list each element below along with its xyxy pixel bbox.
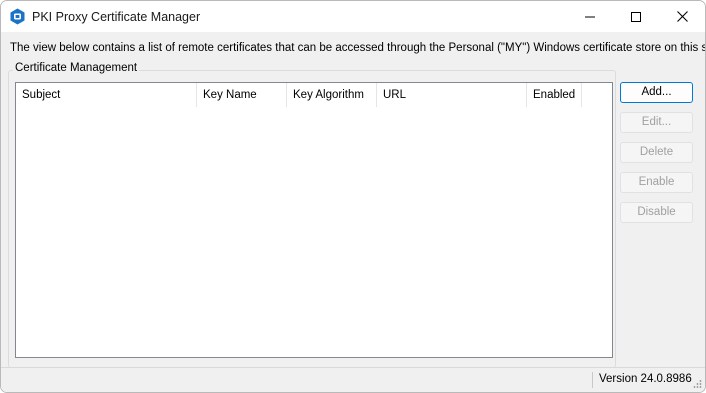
maximize-button[interactable] [613, 1, 659, 32]
close-icon [676, 11, 688, 22]
group-label: Certificate Management [13, 62, 140, 74]
main-window: PKI Proxy Certificate Manager The view b… [0, 0, 706, 393]
disable-button[interactable]: Disable [620, 202, 693, 223]
status-separator [592, 372, 593, 388]
description-text: The view below contains a list of remote… [10, 42, 706, 54]
status-bar: Version 24.0.8986 [1, 367, 705, 392]
minimize-button[interactable] [567, 1, 613, 32]
add-button[interactable]: Add... [620, 82, 693, 103]
column-url[interactable]: URL [377, 83, 527, 107]
column-key-name[interactable]: Key Name [197, 83, 287, 107]
resize-grip-icon[interactable] [692, 379, 702, 389]
maximize-icon [631, 11, 641, 22]
minimize-icon [585, 16, 595, 17]
certificate-list[interactable]: Subject Key Name Key Algorithm URL Enabl… [15, 82, 613, 358]
delete-button[interactable]: Delete [620, 142, 693, 163]
client-area: The view below contains a list of remote… [1, 32, 705, 392]
title-bar[interactable]: PKI Proxy Certificate Manager [1, 1, 705, 32]
list-header: Subject Key Name Key Algorithm URL Enabl… [16, 83, 582, 107]
close-button[interactable] [659, 1, 705, 32]
window-title: PKI Proxy Certificate Manager [32, 10, 201, 24]
column-subject[interactable]: Subject [16, 83, 197, 107]
column-key-algorithm[interactable]: Key Algorithm [287, 83, 377, 107]
enable-button[interactable]: Enable [620, 172, 693, 193]
column-enabled[interactable]: Enabled [527, 83, 582, 107]
pki-shield-icon [10, 8, 25, 25]
version-label: Version 24.0.8986 [599, 373, 692, 385]
edit-button[interactable]: Edit... [620, 112, 693, 133]
